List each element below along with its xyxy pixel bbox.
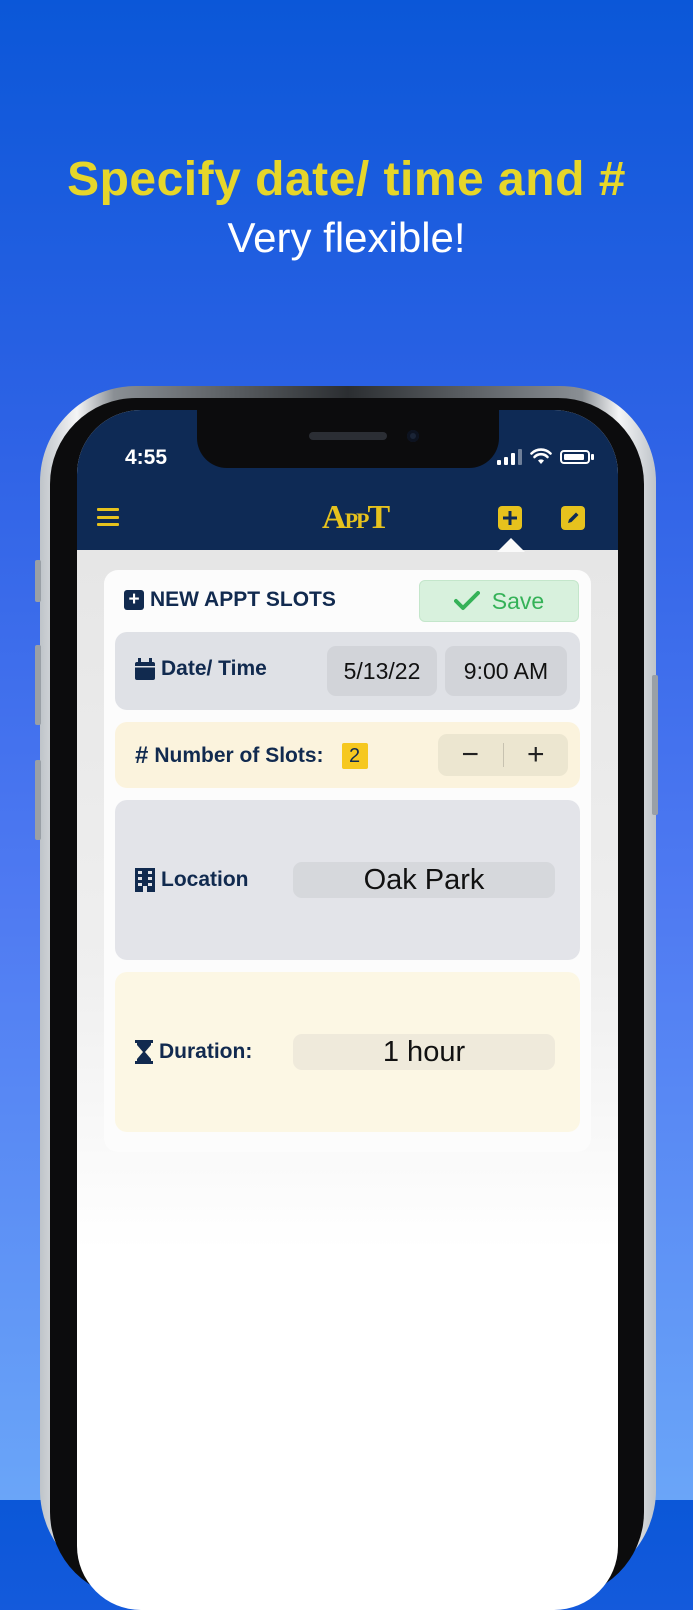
menu-icon[interactable] (97, 508, 119, 526)
slots-row: # Number of Slots: 2 − + (115, 722, 580, 788)
promo-headline: Specify date/ time and # (67, 153, 626, 206)
slots-label: # Number of Slots: 2 (135, 742, 368, 770)
location-picker[interactable]: Oak Park (293, 862, 555, 898)
calendar-icon (135, 658, 155, 680)
status-icons (497, 448, 594, 465)
phone-volume-down (35, 760, 41, 840)
slots-count-badge: 2 (341, 743, 368, 769)
phone-volume-up (35, 645, 41, 725)
phone-power-button (652, 675, 658, 815)
location-row: Location Oak Park (115, 800, 580, 960)
status-time: 4:55 (125, 446, 168, 469)
appt-logo: APPT (322, 499, 390, 536)
app-top-bar: 4:55 APPT (77, 410, 618, 550)
datetime-label: Date/ Time (135, 657, 267, 681)
duration-row: Duration: 1 hour (115, 972, 580, 1132)
notch (197, 410, 499, 468)
datetime-row: Date/ Time 5/13/22 9:00 AM (115, 632, 580, 710)
promo-subline: Very flexible! (227, 214, 466, 261)
battery-icon (560, 449, 590, 464)
speaker-grille (309, 432, 387, 440)
hash-icon: # (135, 742, 149, 769)
duration-picker[interactable]: 1 hour (293, 1034, 555, 1070)
hourglass-icon (135, 1040, 153, 1064)
phone-mute-switch (35, 560, 41, 602)
card-title: + NEW APPT SLOTS (124, 588, 336, 612)
cellular-signal-icon (497, 448, 522, 465)
date-picker[interactable]: 5/13/22 (327, 646, 437, 696)
card-title-text: NEW APPT SLOTS (150, 588, 336, 611)
duration-label: Duration: (135, 1040, 252, 1064)
front-camera (407, 430, 419, 442)
plus-square-icon[interactable] (498, 506, 522, 530)
save-button[interactable]: Save (419, 580, 579, 622)
location-label: Location (135, 868, 249, 892)
decrement-button[interactable]: − (438, 734, 503, 776)
building-icon (135, 868, 155, 892)
new-appt-slots-card: + NEW APPT SLOTS Save Date/ Time 5/13/22… (104, 570, 591, 1152)
save-label: Save (491, 587, 545, 614)
wifi-icon (530, 448, 552, 464)
plus-square-icon: + (124, 590, 144, 610)
time-picker[interactable]: 9:00 AM (445, 646, 567, 696)
pencil-square-icon[interactable] (561, 506, 585, 530)
checkmark-icon (453, 591, 480, 610)
phone-screen: 4:55 APPT + NEW APPT SLOTS Save Date/ Ti… (77, 410, 618, 1610)
increment-button[interactable]: + (504, 734, 569, 776)
slots-stepper: − + (438, 734, 568, 776)
popover-caret (497, 538, 525, 552)
